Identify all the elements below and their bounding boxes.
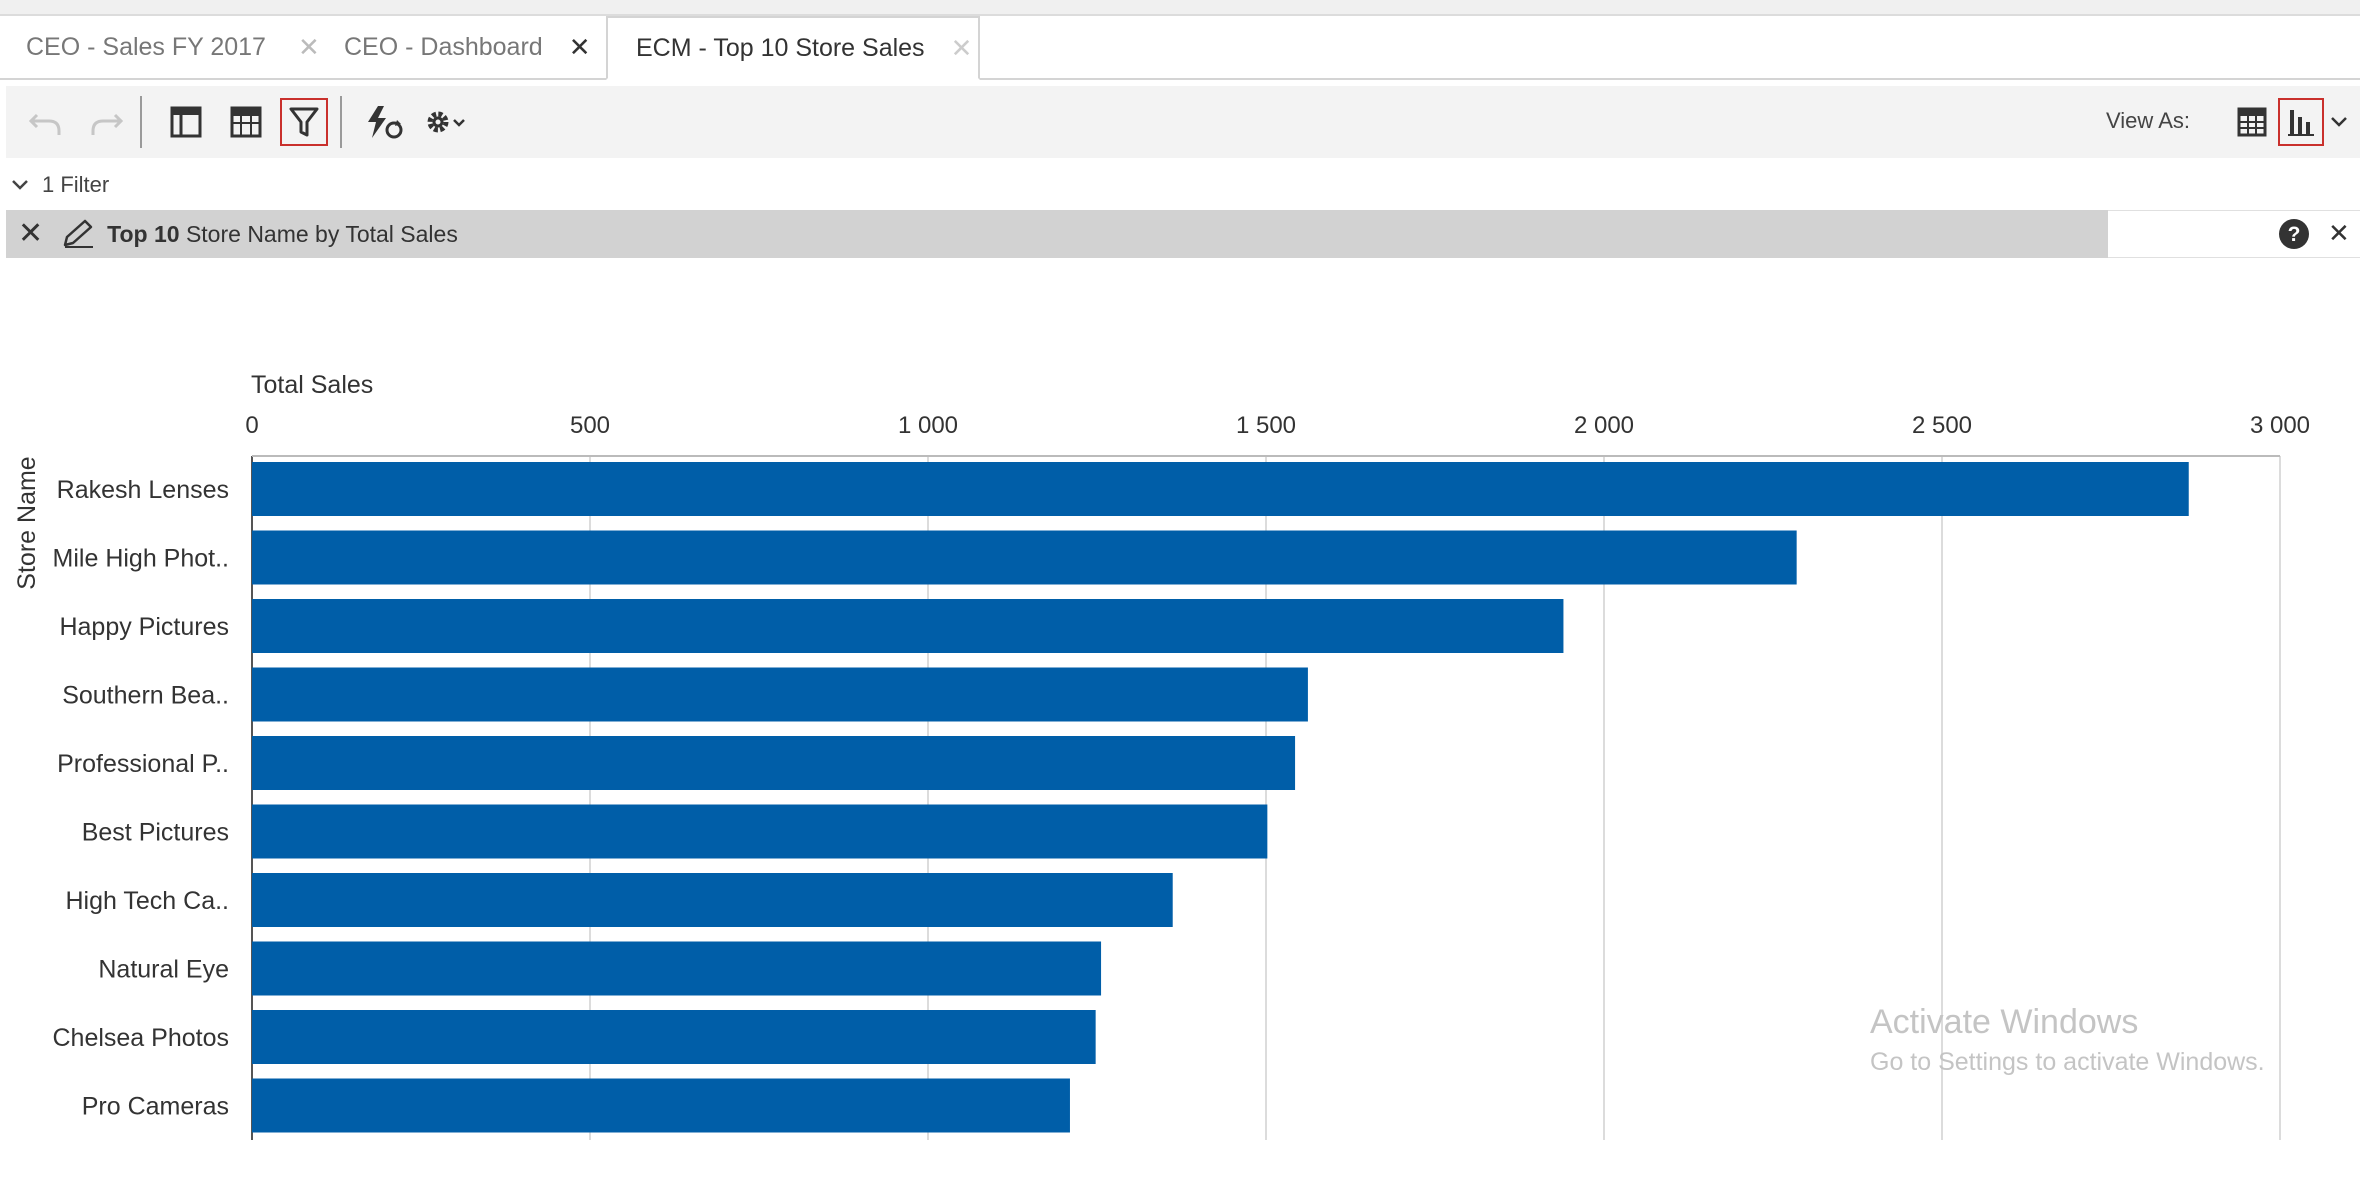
filter-description: Top 10 Store Name by Total Sales [107,221,458,248]
redo-icon [91,113,123,135]
table-view-icon [2237,107,2267,137]
x-axis-title: Total Sales [251,371,373,399]
bar[interactable] [252,941,1102,996]
y-category-label: High Tech Ca.. [65,887,229,915]
view-options-dropdown[interactable] [2324,98,2354,146]
bar[interactable] [252,1078,1070,1133]
toolbar: View As: [6,86,2360,158]
bar[interactable] [252,462,2189,516]
undo-icon [29,113,61,135]
filters-count-label: 1 Filter [42,172,110,197]
toolbar-separator [340,96,342,148]
y-axis-title: Store Name [13,456,41,589]
bar[interactable] [252,1010,1096,1064]
x-tick-label: 2 000 [1574,412,1634,439]
filter-top-n: Top 10 [107,220,180,247]
undo-button[interactable] [22,98,70,146]
tab-label: ECM - Top 10 Store Sales [636,33,925,62]
document-tabs: CEO - Sales FY 2017 ✕ CEO - Dashboard ✕ … [0,16,2360,80]
chart-view-icon [2288,110,2314,136]
redo-button[interactable] [82,98,130,146]
y-category-label: Best Pictures [82,819,229,847]
tab-ecm-top10[interactable]: ECM - Top 10 Store Sales ✕ [606,16,980,80]
tab-close-icon[interactable]: ✕ [951,33,973,64]
y-category-label: Natural Eye [98,956,229,984]
table-view-button[interactable] [2228,98,2276,146]
edit-filter-icon[interactable] [61,219,95,249]
y-category-label: Pro Cameras [82,1093,229,1121]
x-tick-label: 0 [245,412,258,439]
tab-label: CEO - Sales FY 2017 [26,32,266,61]
y-axis-categories: Rakesh Lenses Mile High Phot.. Happy Pictu… [52,476,229,1121]
layout-button[interactable] [162,98,210,146]
y-category-label: Rakesh Lenses [57,476,229,504]
refresh-icon [368,106,403,139]
bar[interactable] [252,873,1173,927]
svg-text:?: ? [2288,223,2301,246]
y-category-label: Mile High Phot.. [53,545,229,573]
chevron-down-icon [2331,117,2347,127]
filters-toggle[interactable]: 1 Filter [10,172,109,198]
watermark-subtitle: Go to Settings to activate Windows. [1870,1048,2265,1076]
settings-button[interactable] [420,98,476,146]
refresh-button[interactable] [360,98,408,146]
filter-button[interactable] [280,98,328,146]
x-tick-label: 1 500 [1236,412,1296,439]
settings-icon [427,111,465,133]
x-axis-ticks: 0 500 1 000 1 500 2 000 2 500 3 000 [245,412,2310,439]
y-category-label: Southern Bea.. [62,682,229,710]
bar[interactable] [252,667,1308,722]
y-category-label: Professional P.. [57,750,229,778]
bar[interactable] [252,530,1797,585]
watermark-title: Activate Windows [1870,1003,2139,1041]
chevron-down-icon [12,180,28,190]
window-top-edge [0,0,2360,16]
tab-ceo-dashboard[interactable]: CEO - Dashboard ✕ [344,16,591,78]
tab-close-icon[interactable]: ✕ [569,32,591,63]
filter-icon [289,107,319,137]
toolbar-separator [140,96,142,148]
help-icon[interactable]: ? [2278,218,2310,250]
x-tick-label: 500 [570,412,610,439]
y-category-label: Chelsea Photos [52,1024,229,1052]
y-category-label: Happy Pictures [59,613,229,641]
tab-ceo-sales[interactable]: CEO - Sales FY 2017 ✕ [26,16,320,78]
bar[interactable] [252,736,1296,790]
table-layout-button[interactable] [222,98,270,146]
filter-row-actions: ? ✕ [2108,210,2360,258]
table-layout-icon [230,106,262,138]
filter-rule-text: Store Name by Total Sales [179,220,458,247]
x-tick-label: 2 500 [1912,412,1972,439]
x-tick-label: 3 000 [2250,412,2310,439]
bar[interactable] [252,804,1268,859]
view-as-label: View As: [2106,108,2190,133]
layout-icon [170,106,202,138]
x-tick-label: 1 000 [898,412,958,439]
remove-filter-icon[interactable]: ✕ [18,219,43,249]
tab-label: CEO - Dashboard [344,32,543,61]
bar[interactable] [252,599,1564,653]
tab-close-icon[interactable]: ✕ [298,32,320,63]
chart-view-button[interactable] [2278,98,2324,146]
filter-row: ✕ Top 10 Store Name by Total Sales [6,210,2108,258]
close-filter-panel-icon[interactable]: ✕ [2328,218,2350,249]
